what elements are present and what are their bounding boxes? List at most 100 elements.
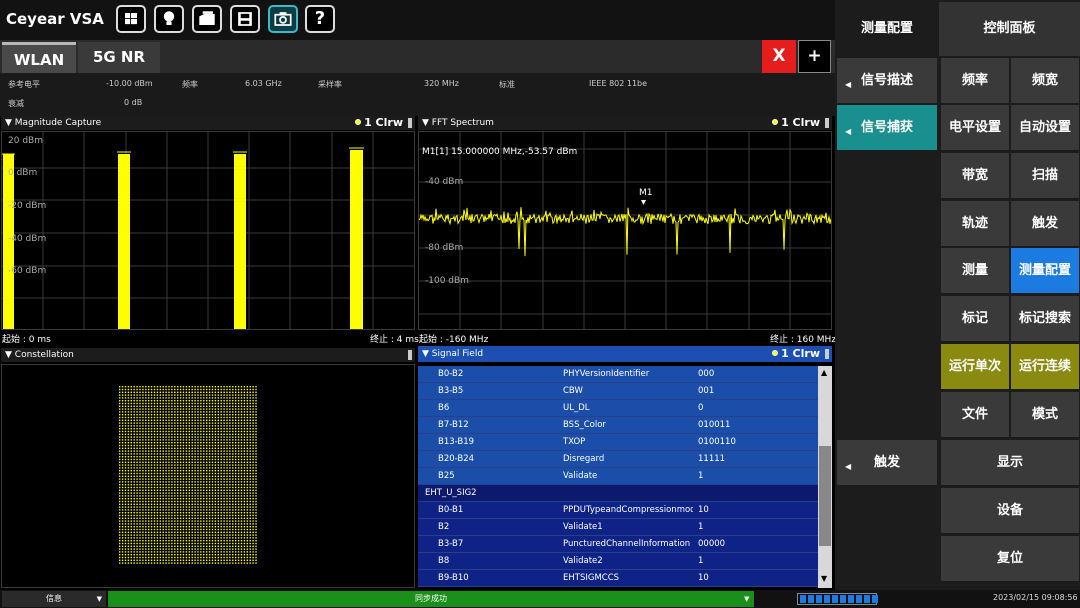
display-button[interactable]: 显示	[941, 440, 1079, 485]
fft-plot[interactable]: M1[1] 15.000000 MHz,-53.57 dBm M1 -40 dB…	[418, 131, 832, 330]
constellation-point	[179, 388, 182, 391]
meas-config-button[interactable]: 测量配置	[1011, 248, 1079, 293]
lightbulb-icon[interactable]	[154, 5, 184, 33]
reset-button[interactable]: 复位	[941, 536, 1079, 581]
table-row[interactable]: B13-B19 TXOP 0100110	[418, 434, 818, 451]
marker-button[interactable]: 标记	[941, 296, 1009, 341]
panel-menu-icon[interactable]	[825, 118, 829, 128]
trigger-button[interactable]: 触发	[1011, 201, 1079, 246]
constellation-point	[177, 464, 179, 466]
table-row[interactable]: B0-B1 PPDUTypeandCompressionmode 10	[418, 502, 818, 519]
scroll-down-icon[interactable]: ▼	[821, 574, 827, 583]
constellation-point	[223, 523, 225, 525]
constellation-point	[150, 531, 153, 533]
mode-button[interactable]: 模式	[1011, 392, 1079, 437]
panel-menu-icon[interactable]	[408, 350, 412, 360]
constellation-point	[235, 554, 237, 556]
table-row[interactable]: B3-B5 CBW 001	[418, 383, 818, 400]
measure-button[interactable]: 测量	[941, 248, 1009, 293]
constellation-point	[226, 391, 228, 393]
level-settings-button[interactable]: 电平设置	[941, 105, 1009, 150]
run-single-button[interactable]: 运行单次	[941, 344, 1009, 389]
constellation-plot[interactable]	[1, 364, 415, 588]
help-icon[interactable]: ?	[305, 5, 335, 33]
constellation-point	[203, 534, 205, 536]
constellation-point	[243, 545, 246, 547]
constellation-point	[139, 509, 141, 511]
folder-icon[interactable]	[192, 5, 222, 33]
signal-field-trace[interactable]: 1 Clrw	[772, 346, 820, 362]
freq-button[interactable]: 频率	[941, 58, 1009, 103]
constellation-point	[179, 450, 182, 452]
constellation-point	[214, 512, 217, 514]
constellation-point	[130, 517, 132, 519]
table-row[interactable]: B25 Validate 1	[418, 468, 818, 485]
trigger-menu-button[interactable]: ◀ 触发	[837, 440, 937, 485]
panel-menu-icon[interactable]	[408, 118, 412, 128]
constellation-point	[130, 425, 132, 427]
constellation-point	[208, 534, 211, 536]
scroll-thumb[interactable]	[819, 446, 831, 546]
table-row[interactable]: B8 Validate2 1	[418, 553, 818, 570]
table-section-row[interactable]: EHT_U_SIG2	[418, 485, 818, 502]
signal-field-scrollbar[interactable]: ▲ ▼	[818, 366, 832, 588]
constellation-point	[145, 430, 147, 433]
table-row[interactable]: B0-B2 PHYVersionIdentifier 000	[418, 366, 818, 383]
mag-plot[interactable]: 20 dBm 0 dBm -20 dBm -40 dBm -60 dBm	[1, 131, 415, 330]
camera-icon[interactable]	[268, 5, 298, 33]
constellation-point	[191, 400, 193, 402]
parameter-bar: 参考电平 -10.00 dBm 频率 6.03 GHz 采样率 320 MHz …	[0, 73, 835, 116]
constellation-point	[237, 500, 240, 503]
constellation-point	[177, 425, 179, 427]
sweep-button[interactable]: 扫描	[1011, 153, 1079, 198]
auto-set-button[interactable]: 自动设置	[1011, 105, 1079, 150]
signal-capture-button[interactable]: ◀ 信号捕获	[837, 105, 937, 150]
constellation-point	[188, 464, 190, 466]
fft-trace-label[interactable]: 1 Clrw	[772, 116, 820, 130]
device-button[interactable]: 设备	[941, 488, 1079, 533]
mag-trace-label[interactable]: 1 Clrw	[355, 116, 403, 130]
dropdown-arrow-icon[interactable]: ▼	[744, 591, 754, 607]
constellation-point	[226, 402, 228, 405]
scroll-up-icon[interactable]: ▲	[821, 368, 827, 377]
table-row[interactable]: B20-B24 Disregard 11111	[418, 451, 818, 468]
constellation-point	[203, 450, 205, 452]
tab-wlan[interactable]: WLAN	[2, 42, 76, 73]
signal-desc-button[interactable]: ◀ 信号描述	[837, 58, 937, 103]
constellation-point	[139, 472, 141, 475]
info-dropdown[interactable]: 信息 ▼	[2, 591, 106, 607]
meas-config-tab[interactable]: 测量配置	[837, 2, 937, 56]
add-tab-button[interactable]: +	[798, 40, 831, 73]
marker-search-button[interactable]: 标记搜索	[1011, 296, 1079, 341]
constellation-point	[133, 475, 135, 477]
constellation-point	[165, 439, 167, 441]
constellation-point	[133, 439, 135, 441]
bandwidth-button[interactable]: 带宽	[941, 153, 1009, 198]
control-panel-tab[interactable]: 控制面板	[939, 2, 1080, 56]
file-button[interactable]: 文件	[941, 392, 1009, 437]
constellation-point	[191, 551, 193, 553]
constellation-point	[156, 472, 159, 475]
windows-icon[interactable]	[116, 5, 146, 33]
table-row[interactable]: B2 Validate1 1	[418, 519, 818, 536]
close-tab-button[interactable]: X	[762, 40, 796, 73]
constellation-point	[119, 405, 121, 407]
constellation-point	[177, 481, 179, 483]
constellation-point	[133, 520, 135, 522]
table-row[interactable]: B6 UL_DL 0	[418, 400, 818, 417]
span-button[interactable]: 频宽	[1011, 58, 1079, 103]
constellation-point	[232, 461, 234, 463]
panel-menu-icon[interactable]	[825, 349, 829, 359]
tab-5g-nr[interactable]: 5G NR	[78, 42, 160, 73]
constellation-point	[145, 559, 147, 561]
table-row[interactable]: B3-B7 PuncturedChannelInformation 00000	[418, 536, 818, 553]
save-icon[interactable]	[230, 5, 260, 33]
mag-y-tick: -60 dBm	[8, 266, 47, 276]
table-row[interactable]: B7-B12 BSS_Color 010011	[418, 417, 818, 434]
run-continuous-button[interactable]: 运行连续	[1011, 344, 1079, 389]
trace-button[interactable]: 轨迹	[941, 201, 1009, 246]
constellation-point	[188, 520, 190, 522]
table-row[interactable]: B9-B10 EHTSIGMCCS 10	[418, 570, 818, 587]
constellation-point	[255, 439, 257, 441]
ref-level-label: 参考电平	[8, 80, 40, 89]
